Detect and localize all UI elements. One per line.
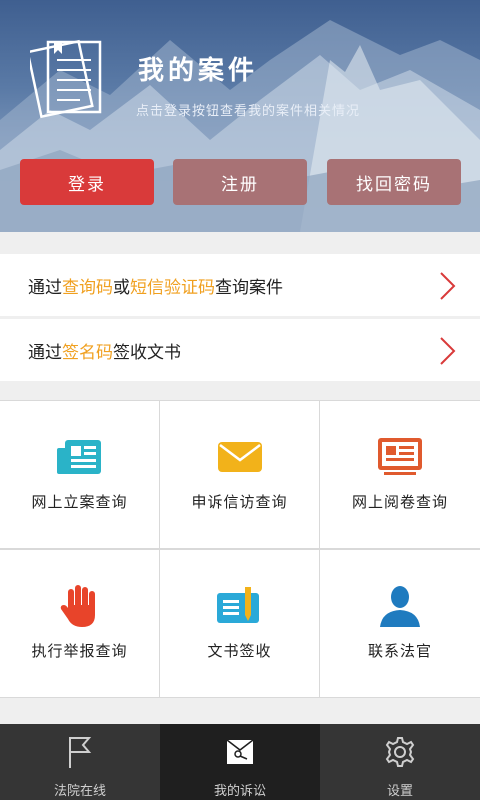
- tab-my-litigation[interactable]: 我的诉讼: [160, 724, 320, 800]
- document-stack-icon: [30, 39, 102, 119]
- page-subtitle: 点击登录按钮查看我的案件相关情况: [136, 104, 361, 119]
- sign-documents-row[interactable]: 通过 签名码 签收文书: [0, 319, 480, 381]
- newspaper-icon: [56, 440, 101, 474]
- forgot-password-button[interactable]: 找回密码: [327, 159, 461, 205]
- signature-code-highlight: 签名码: [62, 342, 113, 363]
- grid-item-label: 网上立案查询: [31, 493, 128, 511]
- row-text-prefix: 通过: [28, 277, 62, 298]
- tab-court-online[interactable]: 法院在线: [0, 724, 160, 800]
- envelope-icon: [217, 442, 262, 472]
- document-pen-icon: [216, 587, 259, 623]
- grid-item-enforcement-report-query[interactable]: 执行举报查询: [0, 550, 159, 697]
- query-case-row[interactable]: 通过 查询码 或 短信验证码 查询案件: [0, 254, 480, 316]
- sms-code-highlight: 短信验证码: [130, 277, 215, 298]
- grid-item-label: 申诉信访查询: [191, 493, 288, 511]
- flag-icon: [69, 737, 92, 768]
- row-text-prefix: 通过: [28, 342, 62, 363]
- tab-label: 法院在线: [53, 784, 106, 799]
- bottom-tab-bar: 法院在线 我的诉讼 设置: [0, 724, 480, 800]
- row-text-or: 或: [113, 277, 130, 298]
- person-icon: [380, 586, 420, 627]
- chevron-right-icon: [440, 337, 456, 365]
- chevron-right-icon: [440, 272, 456, 300]
- grid-item-document-receipt[interactable]: 文书签收: [160, 550, 319, 697]
- tab-label: 我的诉讼: [213, 784, 266, 799]
- grid-item-online-filing-query[interactable]: 网上立案查询: [0, 401, 159, 548]
- grid-item-file-review-query[interactable]: 网上阅卷查询: [320, 401, 480, 548]
- query-code-highlight: 查询码: [62, 277, 113, 298]
- tab-settings[interactable]: 设置: [320, 724, 480, 800]
- feature-grid: 网上立案查询 申诉信访查询 网上阅卷查询 执行举报查询 文书签收 联系法官: [0, 400, 480, 698]
- grid-item-label: 联系法官: [367, 642, 432, 660]
- grid-item-petition-query[interactable]: 申诉信访查询: [160, 401, 319, 548]
- dossier-icon: [226, 739, 254, 764]
- hand-icon: [60, 585, 95, 627]
- gear-icon: [385, 737, 415, 767]
- page-title: 我的案件: [138, 56, 259, 86]
- grid-item-label: 执行举报查询: [31, 642, 128, 660]
- row-text-suffix: 签收文书: [113, 342, 181, 363]
- screen-document-icon: [378, 438, 422, 475]
- login-button[interactable]: 登录: [20, 159, 154, 205]
- header-banner: 我的案件 点击登录按钮查看我的案件相关情况 登录 注册 找回密码: [0, 0, 480, 232]
- register-button[interactable]: 注册: [173, 159, 307, 205]
- grid-item-label: 网上阅卷查询: [351, 493, 448, 511]
- tab-label: 设置: [386, 784, 413, 799]
- row-text-suffix: 查询案件: [215, 277, 283, 298]
- grid-item-label: 文书签收: [207, 642, 272, 660]
- grid-item-contact-judge[interactable]: 联系法官: [320, 550, 480, 697]
